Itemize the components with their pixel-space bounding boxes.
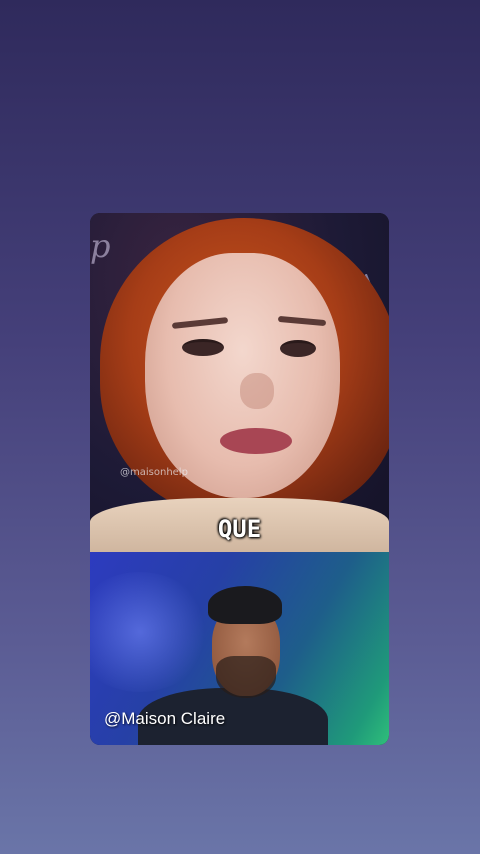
light-glow (90, 572, 210, 692)
watermark-text: @maisonhelp (120, 467, 188, 478)
backdrop-logo-text: p (90, 227, 111, 265)
creator-handle: @Maison Claire (104, 709, 226, 728)
bottom-video-clip[interactable]: @Maison Claire (90, 552, 389, 745)
top-video-clip[interactable]: p NA @maisonhelp QUE (90, 213, 389, 552)
man-beard (216, 656, 276, 698)
video-card[interactable]: p NA @maisonhelp QUE @Maison Claire (90, 213, 389, 745)
mouth (220, 428, 292, 454)
left-eye (182, 339, 224, 356)
right-eye (280, 340, 316, 357)
man-hair (208, 586, 282, 624)
woman-face (145, 253, 340, 498)
nose (240, 373, 274, 409)
subtitle-caption: QUE (217, 515, 262, 543)
